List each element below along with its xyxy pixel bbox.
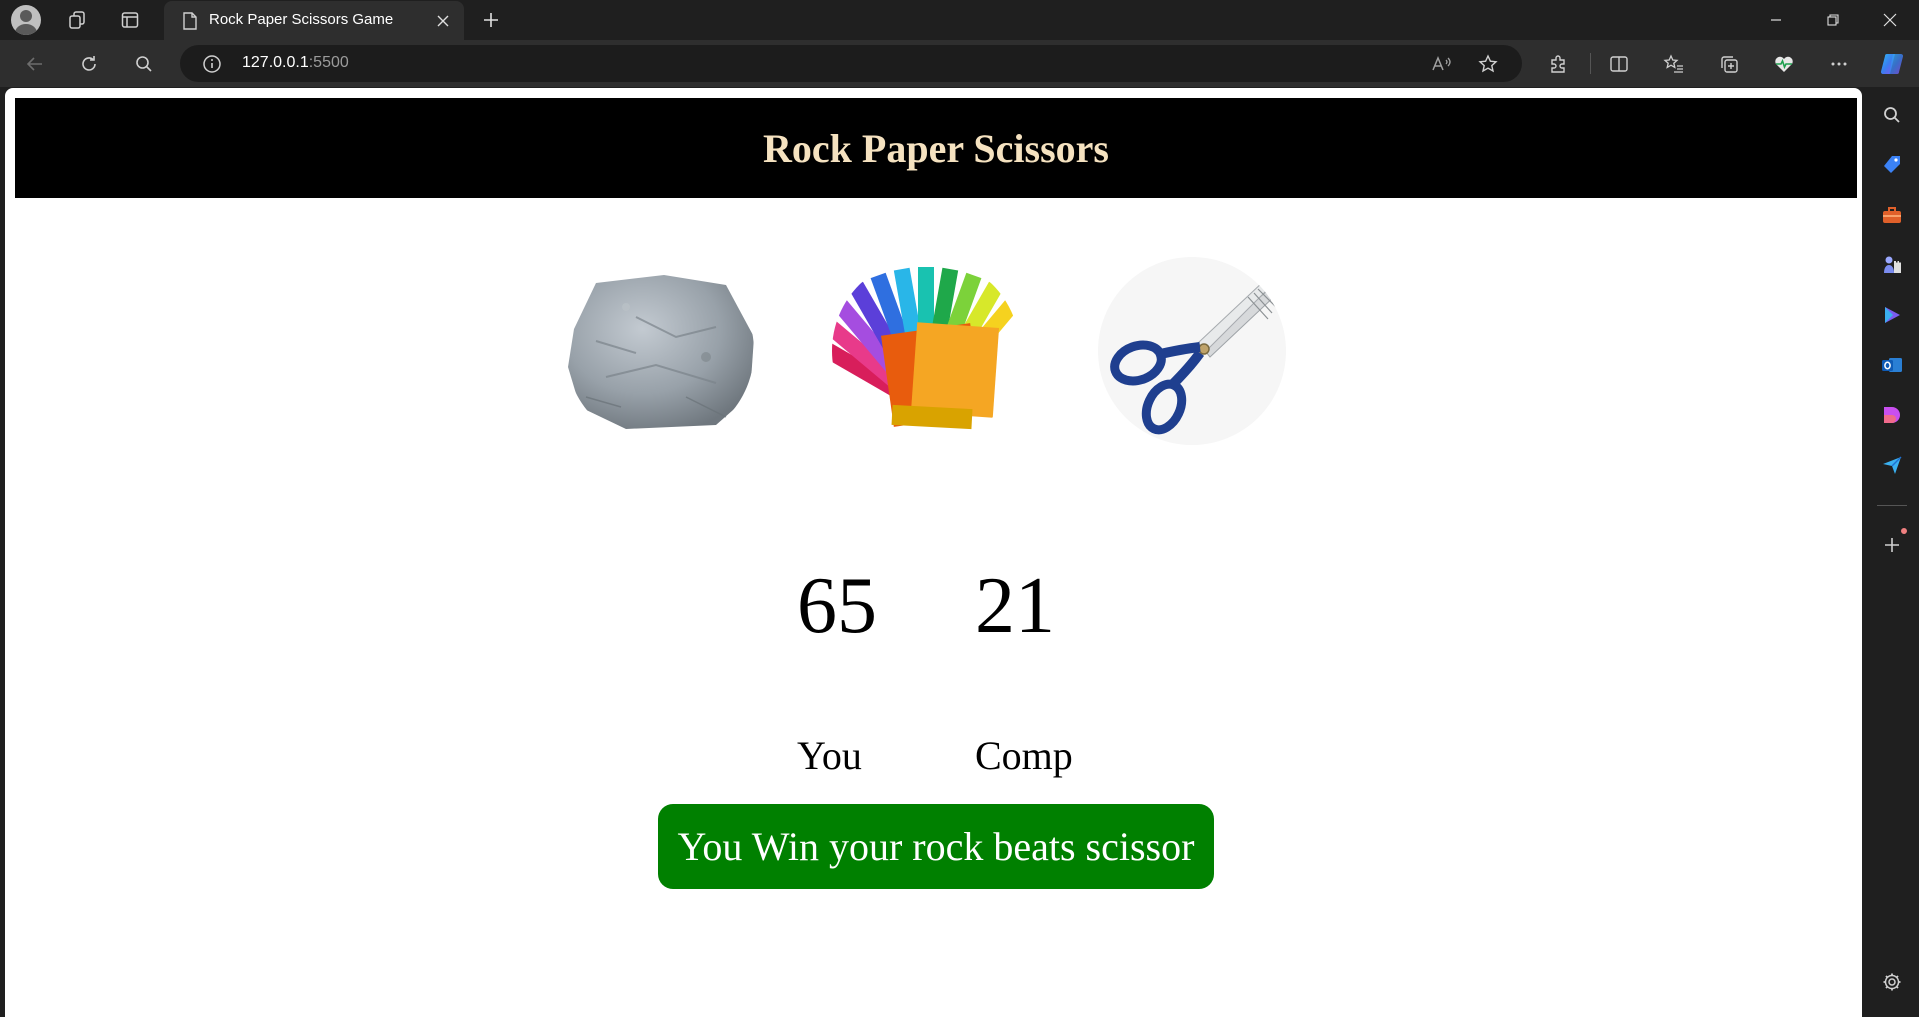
tab-close-button[interactable] bbox=[432, 10, 454, 32]
workspaces-button[interactable] bbox=[61, 6, 93, 34]
tab-strip: Rock Paper Scissors Game bbox=[0, 0, 1919, 40]
copilot-icon bbox=[1880, 53, 1904, 75]
scissors-image bbox=[1098, 257, 1286, 445]
star-icon bbox=[1478, 54, 1498, 73]
collections-icon bbox=[1721, 56, 1738, 73]
collections-button[interactable] bbox=[1712, 48, 1746, 80]
sidebar-tools[interactable] bbox=[1877, 200, 1907, 230]
more-icon bbox=[1831, 62, 1847, 66]
sidebar-add[interactable] bbox=[1877, 528, 1907, 560]
chess-pieces-icon bbox=[1884, 256, 1901, 273]
split-screen-button[interactable] bbox=[1602, 48, 1636, 80]
extensions-button[interactable] bbox=[1541, 48, 1575, 80]
search-icon bbox=[1884, 107, 1900, 123]
tab-actions-button[interactable] bbox=[114, 6, 146, 34]
page-title: Rock Paper Scissors bbox=[763, 125, 1109, 171]
minimize-button[interactable] bbox=[1753, 0, 1799, 40]
url-host: 127.0.0.1 bbox=[242, 54, 309, 71]
copilot-app-icon bbox=[1885, 307, 1900, 323]
close-icon bbox=[437, 15, 449, 27]
address-bar[interactable]: 127.0.0.1:5500 bbox=[180, 45, 1522, 82]
heart-pulse-icon bbox=[1775, 56, 1793, 72]
sidebar-search[interactable] bbox=[1877, 100, 1907, 130]
user-label: You bbox=[797, 733, 862, 778]
rock-image bbox=[566, 257, 754, 445]
paper-image bbox=[832, 257, 1020, 445]
back-arrow-icon bbox=[26, 57, 42, 71]
active-tab[interactable]: Rock Paper Scissors Game bbox=[164, 1, 464, 40]
rock-choice[interactable] bbox=[566, 257, 754, 445]
sidebar-drop[interactable] bbox=[1877, 450, 1907, 480]
workspaces-icon bbox=[69, 11, 85, 29]
puzzle-icon bbox=[1551, 55, 1565, 73]
document-icon bbox=[183, 12, 197, 30]
favorites-list-icon bbox=[1663, 54, 1683, 73]
price-tag-icon bbox=[1884, 156, 1900, 173]
send-icon bbox=[1883, 456, 1902, 474]
notification-dot bbox=[1901, 528, 1907, 534]
plus-icon bbox=[1885, 538, 1899, 552]
game-header: Rock Paper Scissors bbox=[15, 98, 1857, 198]
outlook-icon bbox=[1882, 358, 1902, 372]
gear-icon bbox=[1883, 973, 1901, 991]
restore-icon bbox=[1827, 14, 1839, 26]
toolbar-separator bbox=[1590, 53, 1591, 74]
sidebar-shopping[interactable] bbox=[1877, 150, 1907, 180]
refresh-icon bbox=[82, 56, 96, 71]
scissors-choice[interactable] bbox=[1098, 257, 1286, 445]
site-info-button[interactable] bbox=[195, 48, 229, 80]
new-tab-button[interactable] bbox=[475, 6, 507, 34]
edge-sidebar bbox=[1865, 87, 1919, 1017]
browser-essentials-button[interactable] bbox=[1767, 48, 1801, 80]
designer-icon bbox=[1884, 407, 1900, 423]
result-message: You Win your rock beats scissor bbox=[658, 804, 1214, 889]
settings-more-button[interactable] bbox=[1822, 48, 1856, 80]
tab-title: Rock Paper Scissors Game bbox=[209, 11, 394, 28]
sidebar-settings[interactable] bbox=[1877, 967, 1907, 997]
search-icon bbox=[136, 56, 152, 72]
toolbox-icon bbox=[1883, 207, 1901, 223]
browser-toolbar: 127.0.0.1:5500 bbox=[0, 40, 1919, 87]
profile-avatar[interactable] bbox=[11, 5, 41, 35]
info-icon bbox=[203, 55, 221, 73]
sidebar-copilot-app[interactable] bbox=[1877, 300, 1907, 330]
url-text: 127.0.0.1:5500 bbox=[242, 54, 349, 72]
refresh-button[interactable] bbox=[72, 48, 106, 80]
sidebar-outlook[interactable] bbox=[1877, 350, 1907, 380]
paper-choice[interactable] bbox=[832, 257, 1020, 445]
favorites-button[interactable] bbox=[1657, 48, 1691, 80]
restore-button[interactable] bbox=[1810, 0, 1856, 40]
back-button[interactable] bbox=[18, 48, 52, 80]
split-screen-icon bbox=[1610, 56, 1628, 72]
window-close-button[interactable] bbox=[1867, 0, 1913, 40]
copilot-button[interactable] bbox=[1876, 48, 1910, 80]
comp-score: 21 bbox=[975, 562, 1055, 650]
search-button[interactable] bbox=[127, 48, 161, 80]
result-message-text: You Win your rock beats scissor bbox=[677, 824, 1195, 869]
close-icon bbox=[1883, 13, 1897, 27]
vertical-tabs-icon bbox=[121, 12, 139, 28]
read-aloud-button[interactable] bbox=[1425, 48, 1459, 80]
sidebar-separator bbox=[1877, 505, 1907, 506]
favorite-button[interactable] bbox=[1471, 48, 1505, 80]
comp-label: Comp bbox=[975, 733, 1073, 778]
sidebar-designer[interactable] bbox=[1877, 400, 1907, 430]
url-port: :5500 bbox=[308, 54, 349, 71]
user-score: 65 bbox=[797, 562, 877, 650]
sidebar-games[interactable] bbox=[1877, 250, 1907, 280]
read-aloud-icon bbox=[1432, 56, 1451, 71]
page-viewport: Rock Paper Scissors 65 21 You Comp You W… bbox=[5, 88, 1862, 1017]
plus-icon bbox=[484, 13, 498, 27]
minimize-icon bbox=[1771, 19, 1781, 21]
